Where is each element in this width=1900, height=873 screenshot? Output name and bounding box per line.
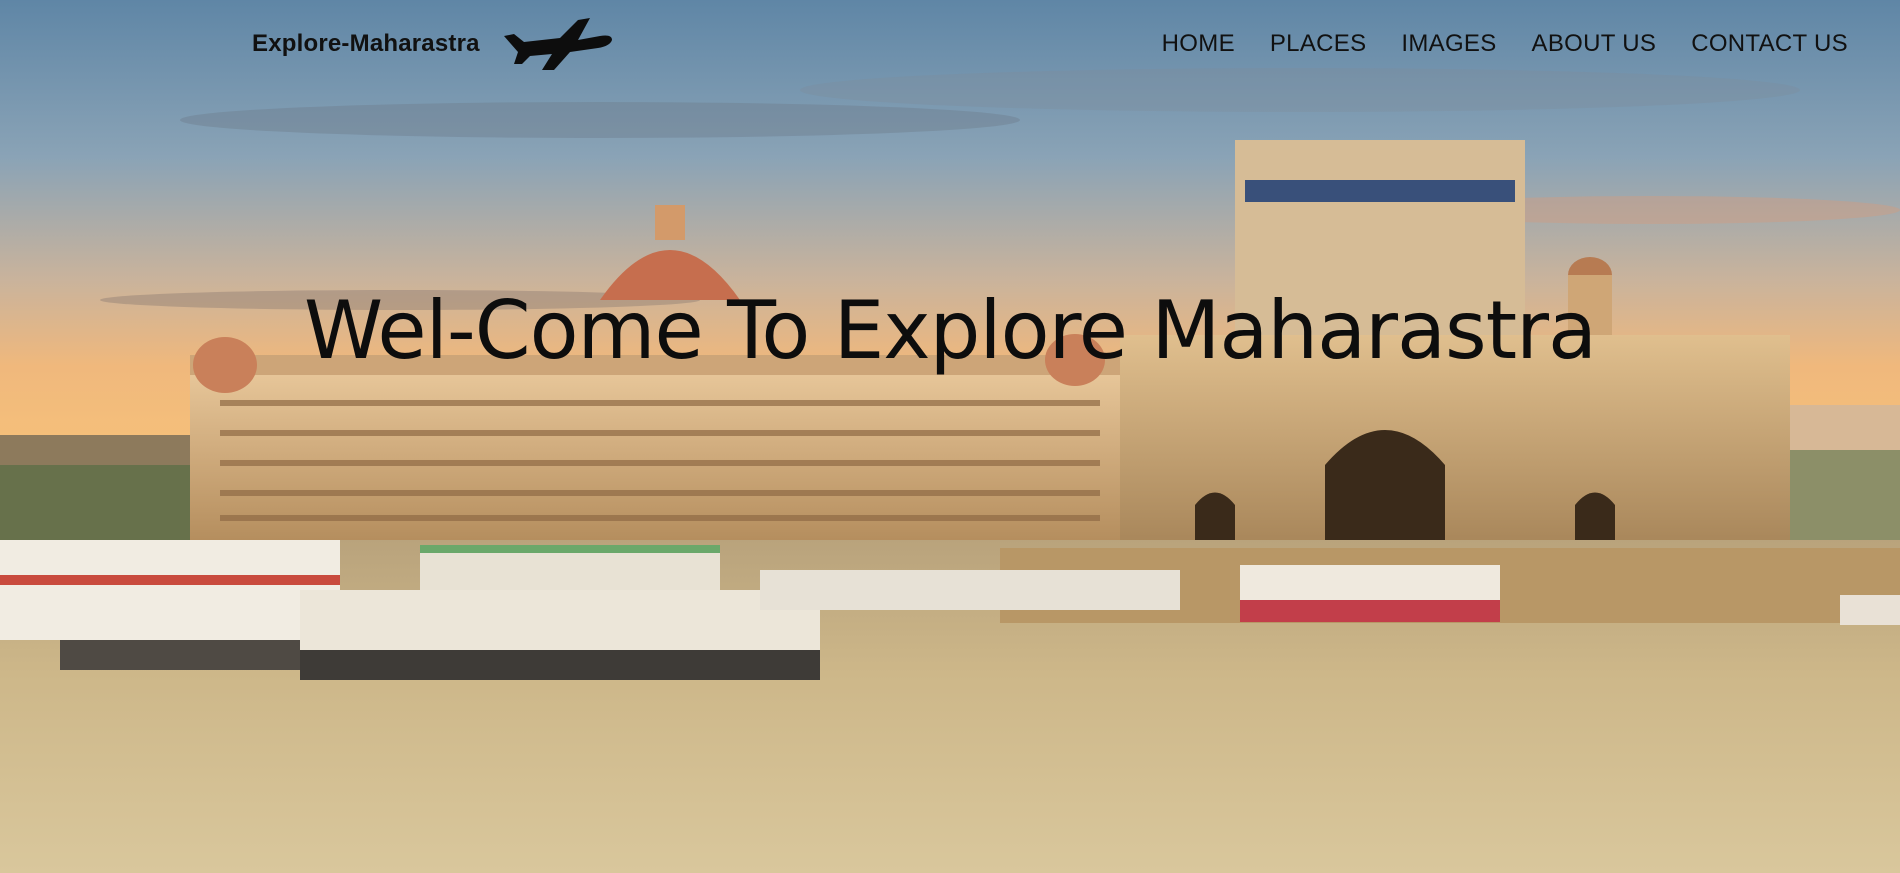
nav-menu: HOME PLACES IMAGES ABOUT US CONTACT US [1162, 30, 1848, 58]
navbar: Explore-Maharastra HOME PLACES IMAGES AB… [0, 0, 1900, 100]
nav-link-about-us[interactable]: ABOUT US [1532, 30, 1657, 58]
airplane-icon [503, 18, 612, 70]
nav-link-contact-us[interactable]: CONTACT US [1691, 30, 1848, 58]
hero-headline: Wel-Come To Explore Maharastra [303, 284, 1597, 377]
brand-name[interactable]: Explore-Maharastra [252, 30, 480, 58]
hero-section: Explore-Maharastra HOME PLACES IMAGES AB… [0, 0, 1900, 873]
nav-link-home[interactable]: HOME [1162, 30, 1235, 58]
nav-link-places[interactable]: PLACES [1270, 30, 1367, 58]
nav-link-images[interactable]: IMAGES [1401, 30, 1496, 58]
hero-background-image [0, 0, 1900, 873]
brand[interactable]: Explore-Maharastra [252, 14, 614, 74]
